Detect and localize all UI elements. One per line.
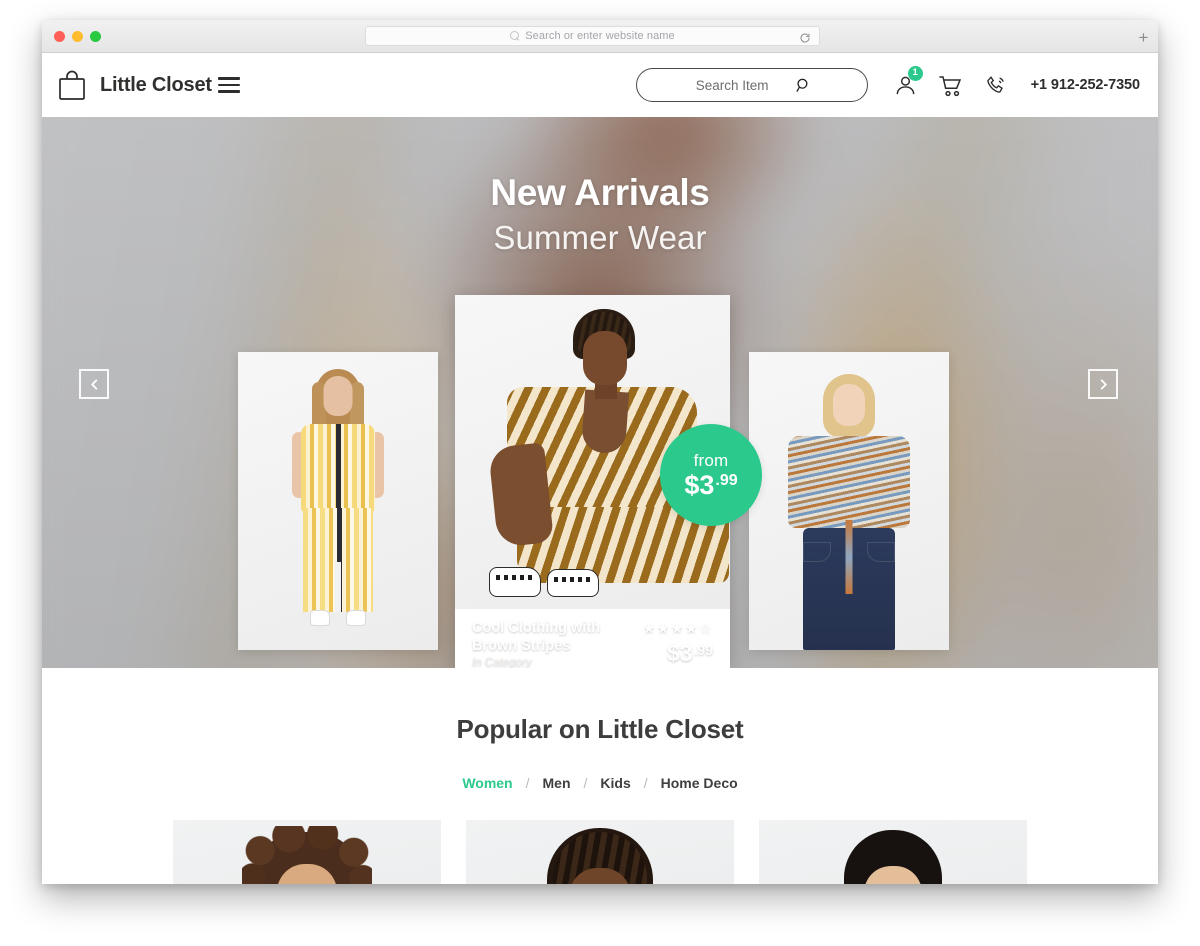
browser-chrome-bar: Search or enter website name + bbox=[42, 20, 1158, 53]
account-button[interactable]: 1 bbox=[894, 65, 923, 97]
phone-number[interactable]: +1 912-252-7350 bbox=[1031, 77, 1140, 93]
tab-men[interactable]: Men bbox=[541, 775, 573, 791]
brand-name: Little Closet bbox=[100, 73, 212, 96]
product-card-grid bbox=[42, 820, 1158, 884]
hero-slide-previous[interactable] bbox=[238, 352, 438, 650]
carousel-prev-button[interactable] bbox=[79, 369, 109, 399]
cart-button[interactable] bbox=[938, 75, 963, 96]
product-rating-stars: ★★★★☆ bbox=[642, 620, 713, 636]
brand-logo-group[interactable]: Little Closet bbox=[58, 70, 212, 101]
featured-product-caption: Cool Clothing with Brown Stripes ★★★★☆ I… bbox=[455, 609, 730, 668]
browser-window: Search or enter website name + Little Cl… bbox=[42, 20, 1158, 884]
tab-separator: / bbox=[583, 775, 588, 791]
window-traffic-lights bbox=[54, 31, 101, 42]
reload-icon[interactable] bbox=[799, 31, 811, 43]
browser-address-bar[interactable]: Search or enter website name bbox=[365, 26, 820, 46]
tab-separator: / bbox=[525, 775, 530, 791]
chevron-left-icon bbox=[90, 378, 97, 390]
price-badge-cents: .99 bbox=[715, 471, 738, 489]
new-tab-button[interactable]: + bbox=[1133, 27, 1154, 48]
product-photo-yellow-jumpsuit bbox=[238, 352, 438, 650]
hero-subtitle: Summer Wear bbox=[493, 218, 707, 256]
category-tabs: Women / Men / Kids / Home Deco bbox=[42, 775, 1158, 791]
hamburger-menu-icon[interactable] bbox=[217, 77, 240, 93]
magnifier-icon[interactable] bbox=[795, 77, 812, 94]
product-card[interactable] bbox=[173, 820, 441, 884]
product-price-cents: .99 bbox=[693, 642, 713, 658]
popular-section: Popular on Little Closet Women / Men / K… bbox=[42, 668, 1158, 884]
close-window-button[interactable] bbox=[54, 31, 65, 42]
shopping-bag-icon bbox=[58, 70, 86, 101]
tab-home-deco[interactable]: Home Deco bbox=[659, 775, 740, 791]
phone-button[interactable] bbox=[985, 74, 1007, 96]
chevron-right-icon bbox=[1100, 378, 1107, 390]
shopping-cart-icon bbox=[938, 75, 963, 96]
hero-heading-group: New Arrivals Summer Wear bbox=[42, 173, 1158, 257]
price-badge-dollars: $3 bbox=[684, 469, 715, 500]
address-bar-content: Search or enter website name bbox=[510, 30, 675, 42]
address-bar-placeholder: Search or enter website name bbox=[525, 30, 675, 42]
minimize-window-button[interactable] bbox=[72, 31, 83, 42]
tab-separator: / bbox=[643, 775, 648, 791]
hero-title: New Arrivals bbox=[490, 172, 710, 213]
tab-kids[interactable]: Kids bbox=[598, 775, 632, 791]
cart-count-badge: 1 bbox=[907, 65, 923, 81]
product-photo-striped-top-jeans bbox=[749, 352, 949, 650]
product-price-main: $3 bbox=[666, 640, 693, 666]
zoom-window-button[interactable] bbox=[90, 31, 101, 42]
section-title: Popular on Little Closet bbox=[456, 714, 744, 744]
search-input[interactable]: Search Item bbox=[635, 68, 868, 102]
carousel-next-button[interactable] bbox=[1088, 369, 1118, 399]
product-price: $3 .99 bbox=[667, 640, 713, 667]
price-badge-amount: $3 .99 bbox=[684, 469, 738, 500]
site-header: Little Closet Search Item 1 +1 912-252-7… bbox=[42, 53, 1158, 117]
price-badge: from $3 .99 bbox=[660, 424, 762, 526]
website-viewport: Little Closet Search Item 1 +1 912-252-7… bbox=[42, 53, 1158, 884]
product-card[interactable] bbox=[759, 820, 1027, 884]
search-placeholder: Search Item bbox=[695, 77, 769, 93]
product-title: Cool Clothing with Brown Stripes bbox=[472, 620, 601, 654]
search-icon bbox=[510, 31, 520, 41]
price-badge-from-label: from bbox=[693, 450, 729, 470]
hero-slide-next[interactable] bbox=[749, 352, 949, 650]
header-actions: Search Item 1 +1 912-252-7350 bbox=[635, 65, 1140, 102]
hero-carousel: New Arrivals Summer Wear Cool Clothing w… bbox=[42, 117, 1158, 668]
tab-women[interactable]: Women bbox=[460, 775, 514, 791]
product-card[interactable] bbox=[466, 820, 734, 884]
phone-call-icon bbox=[985, 74, 1007, 96]
